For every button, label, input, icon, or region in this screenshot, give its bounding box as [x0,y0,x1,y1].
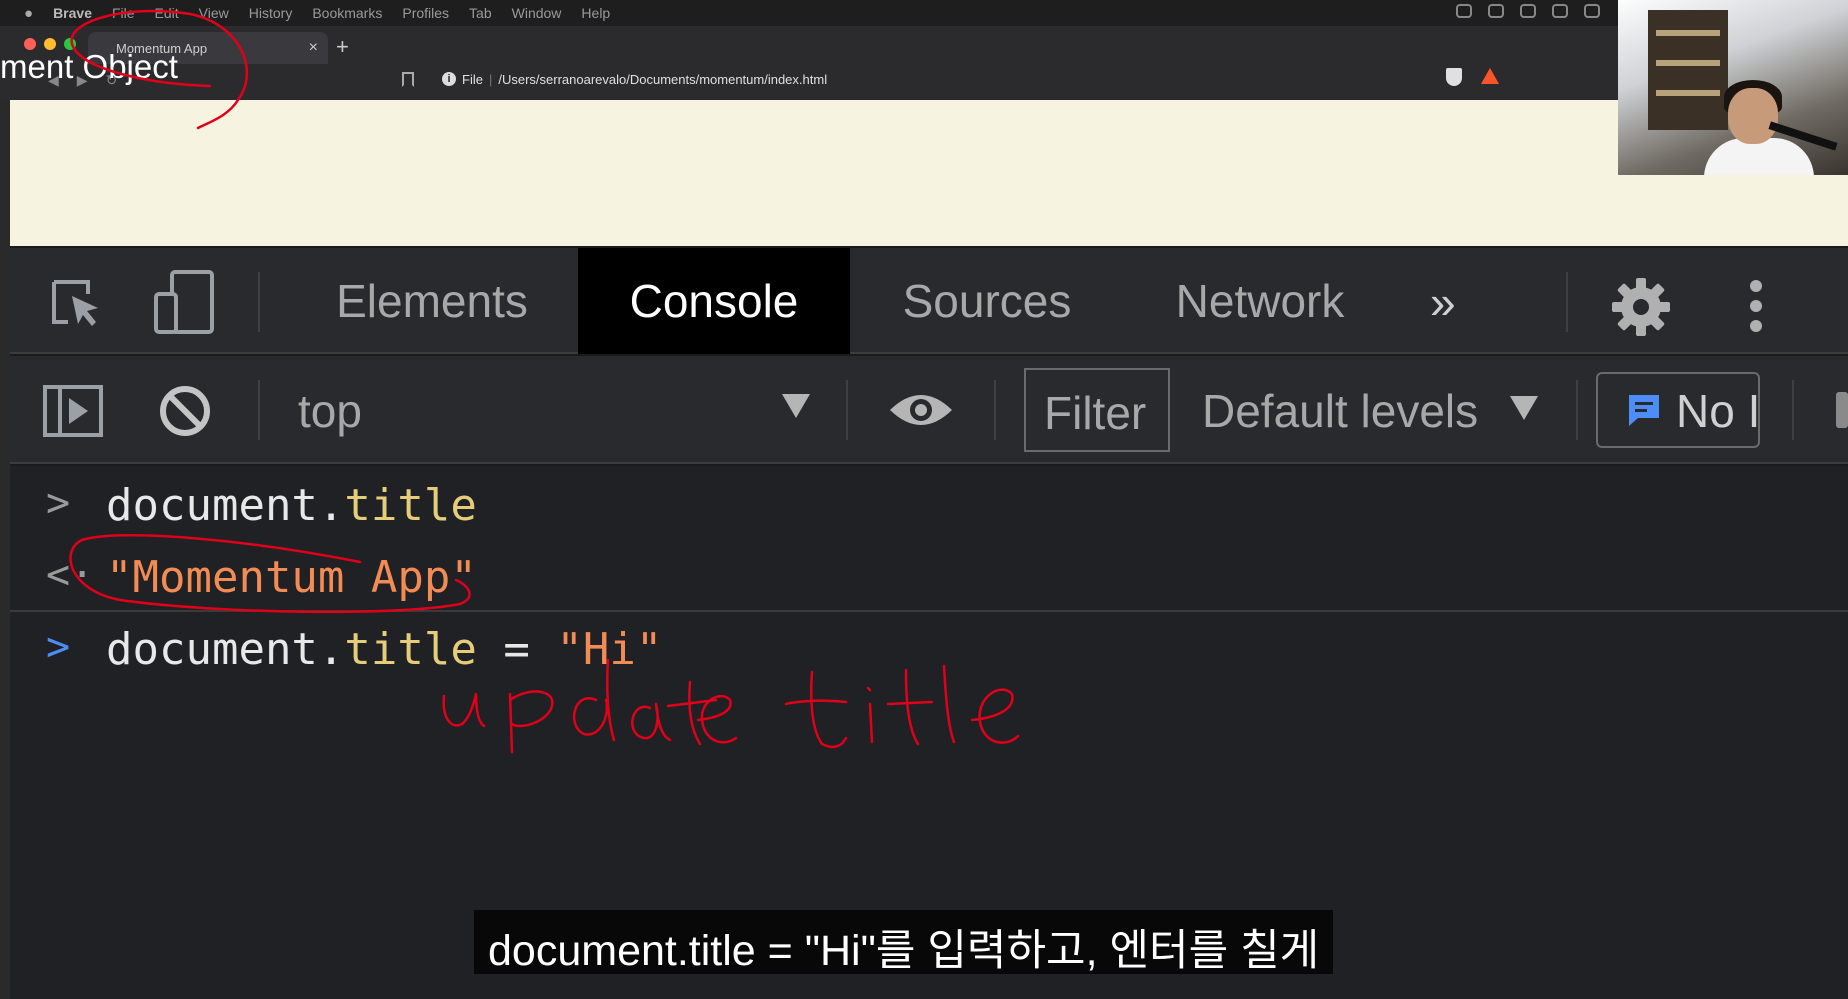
menu-window[interactable]: Window [512,5,562,21]
toolbar-separator-5 [1792,380,1794,440]
toolbar-overflow-icon[interactable] [1836,392,1848,428]
tab-close-icon[interactable]: × [309,39,318,57]
context-selector[interactable]: top [298,384,362,438]
tab-sources[interactable]: Sources [878,248,1096,354]
more-tabs-icon[interactable]: » [1430,275,1456,329]
apple-logo-icon[interactable]: ● [24,5,33,22]
bookshelf [1648,10,1728,130]
log-levels-dropdown[interactable]: Default levels [1202,384,1478,438]
settings-gear-icon[interactable] [1610,276,1672,338]
result-value[interactable]: "Momentum App" [106,552,477,603]
menu-edit[interactable]: Edit [155,5,179,21]
video-subtitle: document.title = "Hi"를 입력하고, 엔터를 칠게 [474,910,1334,975]
url-scheme: File [462,71,483,87]
menu-file[interactable]: File [112,5,135,21]
slide-title: ment Object [0,48,178,85]
screen-record-icon[interactable] [1456,4,1472,18]
cloud-icon[interactable] [1520,4,1536,18]
menu-view[interactable]: View [199,5,229,21]
menu-profiles[interactable]: Profiles [402,5,449,21]
more-options-icon[interactable] [1748,278,1764,334]
issues-button[interactable]: No I [1596,372,1760,448]
filter-input[interactable]: Filter [1024,368,1170,452]
code-dot: . [317,624,345,675]
tab-separator-right [1566,272,1568,332]
tab-network[interactable]: Network [1150,248,1370,354]
code-operator: = [476,624,557,675]
tab-console[interactable]: Console [578,248,850,354]
page-viewport [10,100,1848,246]
address-bar[interactable]: i File | /Users/serranoarevalo/Documents… [428,66,1508,92]
left-edge [0,100,10,999]
tab-elements[interactable]: Elements [300,248,564,354]
clear-console-icon[interactable] [158,384,212,438]
show-sidebar-icon[interactable] [42,384,104,438]
presenter-head [1728,88,1778,144]
info-icon[interactable]: i [442,72,456,86]
new-tab-button[interactable]: + [336,34,349,60]
code-property: title [344,624,477,675]
toolbar-separator-2 [846,380,848,440]
active-prompt-icon: > [46,624,71,670]
toolbar-separator-1 [258,380,260,440]
status-icons [1456,4,1600,18]
toolbar-separator-4 [1576,380,1578,440]
url-path: /Users/serranoarevalo/Documents/momentum… [498,71,828,87]
brave-rewards-icon[interactable] [1481,68,1499,84]
code-string: "Hi" [556,624,663,675]
extension-icon[interactable] [1584,4,1600,18]
context-dropdown-icon[interactable] [782,394,810,418]
message-icon [1629,395,1659,426]
code-property: title [344,480,477,531]
console-divider [10,610,1848,612]
status-circle-icon[interactable] [1488,4,1504,18]
device-toolbar-icon[interactable] [152,268,216,336]
levels-dropdown-icon[interactable] [1510,396,1538,420]
menu-bookmarks[interactable]: Bookmarks [312,5,382,21]
inspect-element-icon[interactable] [50,278,102,328]
url-separator: | [488,71,493,87]
code-object: document [106,624,318,675]
time-machine-icon[interactable] [1552,4,1568,18]
toolbar-separator-3 [994,380,996,440]
result-arrow-icon: <· [46,552,95,598]
code-dot: . [317,480,345,531]
browser-chrome: Momentum App × + ◀ ▶ ↻ i File | /Users/s… [0,26,1620,100]
webcam-overlay [1618,0,1848,175]
menu-app-name[interactable]: Brave [53,5,92,21]
live-expression-eye-icon[interactable] [888,388,954,432]
mac-menu-bar: ● Brave File Edit View History Bookmarks… [0,0,1620,26]
menu-help[interactable]: Help [581,5,610,21]
brave-shields-icon[interactable] [1446,68,1462,86]
menu-history[interactable]: History [249,5,293,21]
bookmark-icon[interactable] [402,72,414,87]
console-code[interactable]: document.title [106,480,477,531]
menu-tab[interactable]: Tab [469,5,492,21]
input-prompt-icon: > [46,480,71,526]
tab-separator [258,272,260,332]
console-input-line[interactable]: document.title = "Hi" [106,624,662,675]
code-object: document [106,480,318,531]
